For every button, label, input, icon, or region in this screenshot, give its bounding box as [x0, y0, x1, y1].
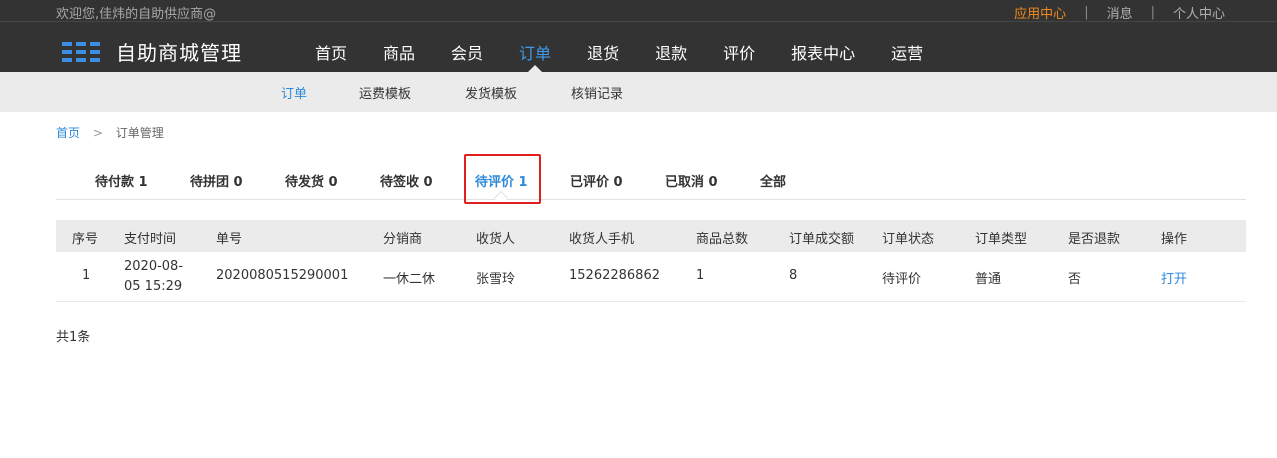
- col-distributor: 分销商: [383, 232, 423, 247]
- main-nav: 首页 商品 会员 订单 退货 退款 评价 报表中心 运营: [300, 30, 944, 72]
- breadcrumb: 首页 > 订单管理: [56, 124, 164, 141]
- tab-pending-receipt[interactable]: 待签收 0: [380, 171, 433, 190]
- breadcrumb-home[interactable]: 首页: [56, 126, 80, 140]
- breadcrumb-current: 订单管理: [115, 126, 164, 140]
- grid-logo-icon: [62, 41, 100, 62]
- active-tab-highlight-box: [464, 154, 541, 204]
- cell-refund: 否: [1068, 272, 1082, 287]
- tab-pending-shipment[interactable]: 待发货 0: [285, 171, 338, 190]
- col-receiver: 收货人: [476, 232, 516, 247]
- tab-reviewed[interactable]: 已评价 0: [570, 171, 623, 190]
- col-pay-time: 支付时间: [124, 232, 177, 247]
- nav-reviews[interactable]: 评价: [708, 30, 770, 72]
- nav-home[interactable]: 首页: [300, 30, 362, 72]
- nav-products[interactable]: 商品: [368, 30, 430, 72]
- col-status: 订单状态: [882, 232, 935, 247]
- col-index: 序号: [72, 232, 99, 247]
- nav-orders[interactable]: 订单: [504, 30, 566, 72]
- tab-all[interactable]: 全部: [760, 171, 786, 190]
- col-order-no: 单号: [216, 232, 243, 247]
- cell-pay-time: 2020-08- 05 15:29: [124, 259, 184, 294]
- nav-refunds[interactable]: 退款: [640, 30, 702, 72]
- subnav-verification-records[interactable]: 核销记录: [571, 83, 623, 102]
- cell-distributor: 一休二休: [383, 272, 436, 287]
- tab-pending-payment[interactable]: 待付款 1: [95, 171, 148, 190]
- nav-reports[interactable]: 报表中心: [776, 30, 870, 72]
- open-order-link[interactable]: 打开: [1161, 268, 1187, 287]
- col-phone: 收货人手机: [569, 232, 635, 247]
- col-action: 操作: [1161, 232, 1188, 247]
- messages-link[interactable]: 消息: [1107, 3, 1133, 22]
- tab-pending-group[interactable]: 待拼团 0: [190, 171, 243, 190]
- subnav-shipping-template[interactable]: 运费模板: [359, 83, 411, 102]
- table-row: 1 2020-08- 05 15:29 2020080515290001 一休二休…: [56, 252, 1246, 302]
- order-status-tabs: 待付款 1 待拼团 0 待发货 0 待签收 0 待评价 1 已评价 0 已取消 …: [56, 154, 1246, 206]
- tab-cancelled[interactable]: 已取消 0: [665, 171, 718, 190]
- table-header: 序号 支付时间 单号 分销商 收货人 收货人手机 商品总数 订单成交额 订单状态…: [56, 220, 1246, 252]
- cell-status: 待评价: [882, 272, 922, 287]
- top-links: 应用中心 | 消息 | 个人中心: [1014, 3, 1225, 22]
- cell-phone: 15262286862: [569, 268, 660, 283]
- col-quantity: 商品总数: [696, 232, 749, 247]
- subnav-delivery-template[interactable]: 发货模板: [465, 83, 517, 102]
- profile-link[interactable]: 个人中心: [1173, 3, 1225, 22]
- nav-returns[interactable]: 退货: [572, 30, 634, 72]
- col-amount: 订单成交额: [789, 232, 855, 247]
- orders-table: 序号 支付时间 单号 分销商 收货人 收货人手机 商品总数 订单成交额 订单状态…: [56, 220, 1246, 302]
- col-type: 订单类型: [975, 232, 1028, 247]
- col-refund: 是否退款: [1068, 232, 1121, 247]
- top-bar: 欢迎您,佳炜的自助供应商@ 应用中心 | 消息 | 个人中心 自助商城管理 首页…: [0, 0, 1277, 72]
- cell-quantity: 1: [696, 268, 705, 283]
- cell-index: 1: [82, 268, 91, 283]
- nav-members[interactable]: 会员: [436, 30, 498, 72]
- logo-title: 自助商城管理: [116, 41, 242, 65]
- top-separator: |: [1150, 5, 1155, 20]
- top-separator: |: [1084, 5, 1089, 20]
- nav-operations[interactable]: 运营: [876, 30, 938, 72]
- cell-receiver: 张雪玲: [476, 272, 516, 287]
- cell-amount: 8: [789, 268, 798, 283]
- total-count: 共1条: [56, 330, 91, 345]
- cell-order-no: 2020080515290001: [216, 268, 349, 283]
- logo[interactable]: 自助商城管理: [62, 37, 242, 66]
- sub-nav: 订单 运费模板 发货模板 核销记录: [0, 72, 1277, 112]
- cell-type: 普通: [975, 272, 1002, 287]
- app-center-link[interactable]: 应用中心: [1014, 3, 1066, 22]
- breadcrumb-separator: >: [92, 126, 103, 140]
- welcome-text: 欢迎您,佳炜的自助供应商@: [56, 7, 217, 22]
- subnav-orders[interactable]: 订单: [281, 83, 307, 102]
- top-utility-bar: 欢迎您,佳炜的自助供应商@ 应用中心 | 消息 | 个人中心: [0, 0, 1277, 22]
